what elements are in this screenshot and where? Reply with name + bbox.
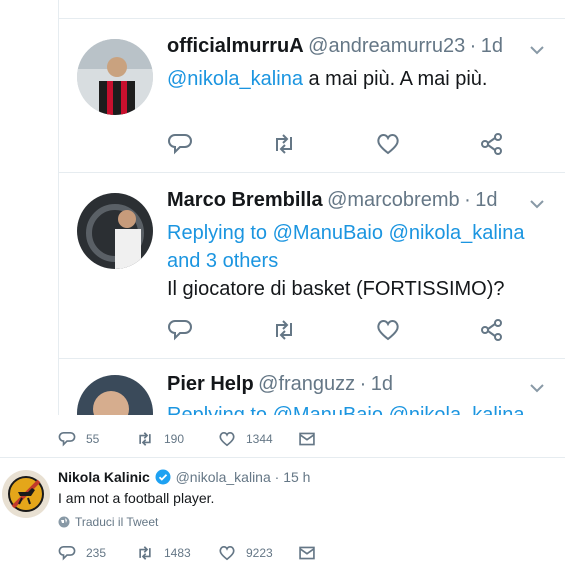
- time-separator: ·: [469, 35, 477, 57]
- mention-link[interactable]: @nikola_kalina: [389, 404, 525, 415]
- reply-icon: [58, 545, 76, 561]
- time-separator: ·: [464, 189, 471, 211]
- mention-link[interactable]: @nikola_kalina: [167, 68, 303, 90]
- like-count: 9223: [246, 546, 273, 560]
- parent-tweet-actions: 55 190 1344: [58, 430, 348, 450]
- replying-to: Replying to @ManuBaio @nikola_kalina: [167, 401, 525, 415]
- replying-prefix: Replying to: [167, 404, 268, 415]
- like-icon: [219, 545, 235, 561]
- reply-button[interactable]: 235: [58, 544, 106, 562]
- user-handle[interactable]: @andreamurru23: [308, 35, 465, 57]
- avatar[interactable]: [77, 193, 153, 269]
- main-tweet-actions: 235 1483 9223: [58, 544, 348, 564]
- display-name[interactable]: Marco Brembilla: [167, 189, 323, 211]
- like-button[interactable]: 9223: [218, 544, 273, 562]
- reply-icon: [58, 431, 76, 447]
- like-icon[interactable]: [375, 131, 401, 157]
- display-name[interactable]: officialmurruA: [167, 35, 304, 57]
- retweet-button[interactable]: 1483: [136, 544, 191, 562]
- main-tweet[interactable]: Nikola Kalinic @nikola_kalina · 15 h I a…: [0, 458, 565, 576]
- tweet-actions: [167, 317, 507, 343]
- tweet-body: I am not a football player.: [58, 490, 215, 506]
- chevron-down-icon[interactable]: [530, 199, 544, 209]
- user-handle[interactable]: @franguzz: [258, 373, 355, 395]
- avatar[interactable]: [77, 39, 153, 115]
- chevron-down-icon[interactable]: [530, 383, 544, 393]
- user-handle[interactable]: @marcobremb: [327, 189, 460, 211]
- tweet-time[interactable]: 1d: [475, 189, 497, 211]
- dm-button[interactable]: [298, 544, 316, 562]
- replying-prefix: Replying to: [167, 222, 268, 244]
- tweet-body: Il giocatore di basket (FORTISSIMO)?: [167, 278, 505, 300]
- envelope-icon: [299, 432, 315, 446]
- mention-link[interactable]: @nikola_kalina: [389, 222, 525, 244]
- retweet-button[interactable]: 190: [136, 430, 184, 448]
- like-icon[interactable]: [375, 317, 401, 343]
- retweet-icon[interactable]: [271, 131, 297, 157]
- reply-count: 235: [86, 546, 107, 560]
- share-icon[interactable]: [479, 317, 505, 343]
- reply-button[interactable]: 55: [58, 430, 99, 448]
- tweet-time[interactable]: 1d: [481, 35, 503, 57]
- reply-tweet[interactable]: Pier Help @franguzz · 1d Replying to @Ma…: [59, 358, 565, 415]
- chevron-down-icon[interactable]: [530, 45, 544, 55]
- tweet-text: @nikola_kalina a mai più. A mai più.: [167, 65, 487, 93]
- time-separator: ·: [359, 373, 367, 395]
- translate-label: Traduci il Tweet: [75, 515, 159, 529]
- dm-button[interactable]: [298, 430, 316, 448]
- tweet-body: a mai più. A mai più.: [308, 68, 488, 90]
- mention-link[interactable]: @ManuBaio: [273, 404, 383, 415]
- reply-count: 55: [86, 432, 100, 446]
- replying-to: Replying to @ManuBaio @nikola_kalina and…: [167, 219, 557, 275]
- time-separator: ·: [274, 469, 280, 485]
- display-name[interactable]: Nikola Kalinic: [58, 469, 150, 485]
- like-button[interactable]: 1344: [218, 430, 273, 448]
- avatar[interactable]: [77, 375, 153, 415]
- reply-tweet[interactable]: officialmurruA @andreamurru23 · 1d @niko…: [59, 18, 565, 170]
- tweet-actions: [167, 131, 507, 157]
- tweet-time[interactable]: 15 h: [283, 469, 310, 485]
- envelope-icon: [299, 546, 315, 560]
- translate-link[interactable]: Traduci il Tweet: [58, 515, 158, 529]
- others-link[interactable]: and 3 others: [167, 250, 278, 272]
- retweet-icon: [139, 432, 151, 446]
- globe-icon: [58, 516, 70, 528]
- mention-link[interactable]: @ManuBaio: [273, 222, 383, 244]
- display-name[interactable]: Pier Help: [167, 373, 254, 395]
- retweet-icon[interactable]: [271, 317, 297, 343]
- share-icon[interactable]: [479, 131, 505, 157]
- zoomed-replies-panel: officialmurruA @andreamurru23 · 1d @niko…: [58, 0, 565, 415]
- reply-icon[interactable]: [167, 131, 193, 157]
- reply-icon[interactable]: [167, 317, 193, 343]
- user-handle[interactable]: @nikola_kalina: [176, 469, 271, 485]
- verified-badge-icon: [155, 469, 171, 488]
- retweet-count: 1483: [164, 546, 191, 560]
- retweet-count: 190: [164, 432, 185, 446]
- retweet-icon: [139, 546, 151, 560]
- reply-tweet[interactable]: Marco Brembilla @marcobremb · 1d Replyin…: [59, 172, 565, 358]
- like-icon: [219, 431, 235, 447]
- avatar[interactable]: [2, 470, 50, 518]
- like-count: 1344: [246, 432, 273, 446]
- tweet-time[interactable]: 1d: [371, 373, 393, 395]
